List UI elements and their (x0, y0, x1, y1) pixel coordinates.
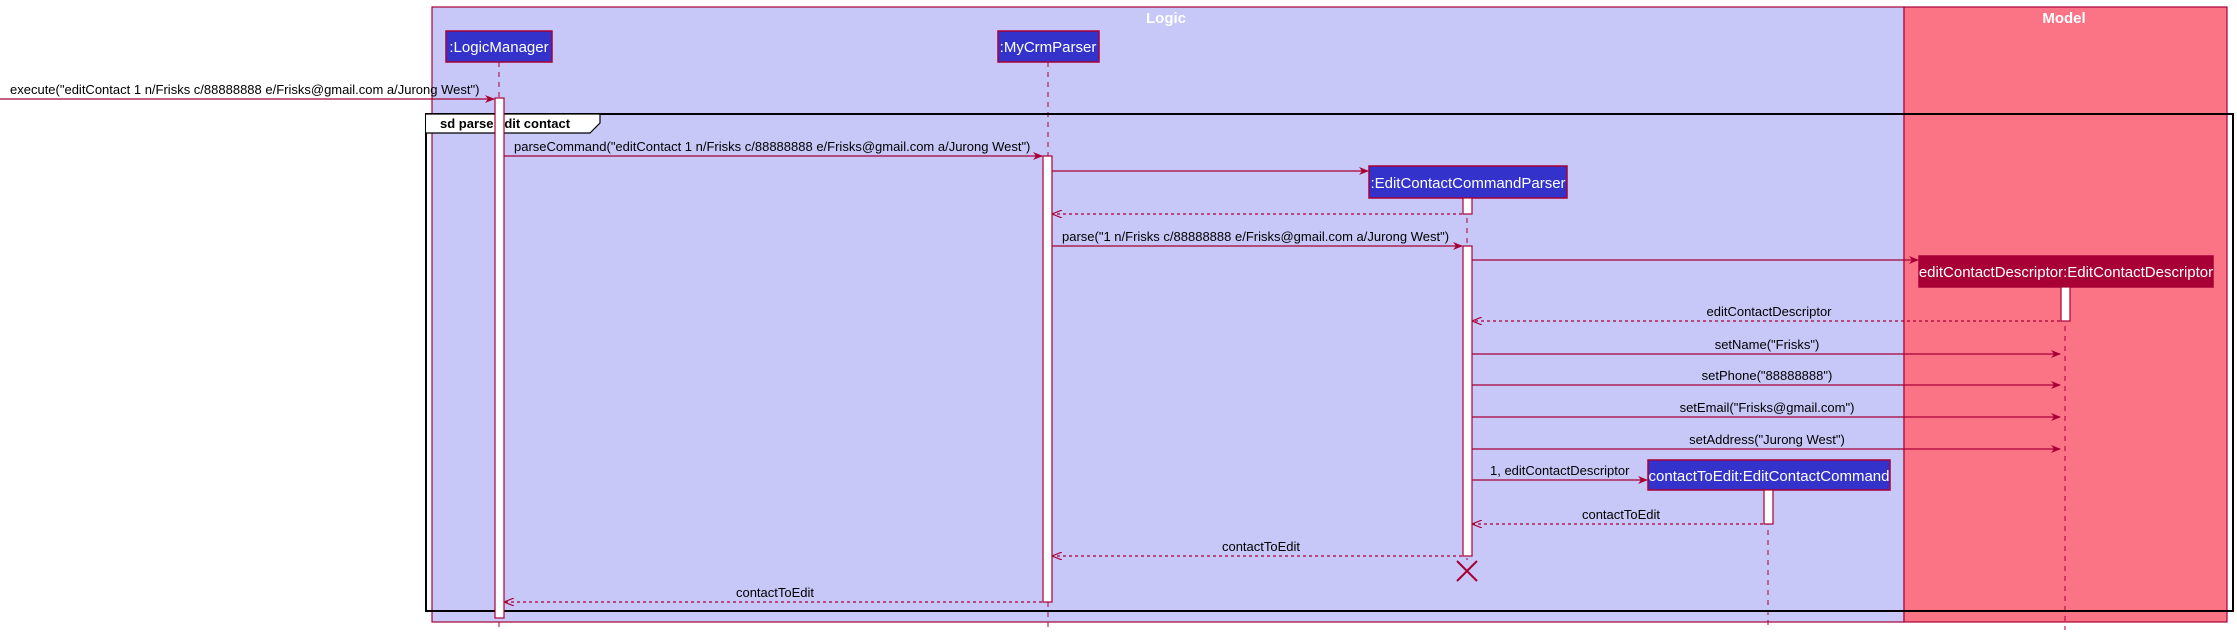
activation-logic-manager (494, 97, 505, 619)
participant-edit-contact-descriptor: editContactDescriptor:EditContactDescrip… (1918, 255, 2214, 288)
message-return-ecc-label: contactToEdit (1582, 507, 1660, 522)
participant-mycrm-parser: :MyCrmParser (997, 30, 1100, 63)
message-set-phone-label: setPhone("88888888") (1702, 368, 1833, 383)
message-parse-command-label: parseCommand("editContact 1 n/Frisks c/8… (514, 139, 1030, 154)
participant-mycrm-parser-label: :MyCrmParser (1000, 39, 1097, 56)
sd-frame-label: sd parse edit contact (440, 116, 571, 131)
message-parse-label: parse("1 n/Frisks c/88888888 e/Frisks@gm… (1062, 229, 1449, 244)
message-return-to-parser-label: contactToEdit (1222, 539, 1300, 554)
participant-edit-contact-command-label: contactToEdit:EditContactCommand (1649, 468, 1890, 485)
message-set-name-label: setName("Frisks") (1715, 337, 1820, 352)
message-parse: parse("1 n/Frisks c/88888888 e/Frisks@gm… (1052, 229, 1463, 250)
activation-edit-contact-descriptor (2060, 286, 2071, 322)
activation-edit-contact-command (1763, 489, 1774, 525)
activation-ecp-parse (1462, 245, 1473, 557)
participant-logic-manager: :LogicManager (445, 30, 553, 63)
message-execute-label: execute("editContact 1 n/Frisks c/888888… (10, 82, 479, 97)
message-execute: execute("editContact 1 n/Frisks c/888888… (0, 82, 495, 103)
message-return-ecd-label: editContactDescriptor (1707, 304, 1833, 319)
message-create-ecc-label: 1, editContactDescriptor (1490, 463, 1630, 478)
message-parse-command: parseCommand("editContact 1 n/Frisks c/8… (504, 139, 1043, 160)
message-set-address-label: setAddress("Jurong West") (1689, 432, 1845, 447)
logic-group: Logic (431, 6, 1905, 623)
logic-group-label: Logic (1146, 10, 1186, 27)
message-set-email-label: setEmail("Frisks@gmail.com") (1680, 400, 1855, 415)
participant-edit-contact-descriptor-label: editContactDescriptor:EditContactDescrip… (1919, 264, 2213, 281)
participant-logic-manager-label: :LogicManager (449, 39, 548, 56)
participant-edit-contact-command: contactToEdit:EditContactCommand (1647, 459, 1891, 491)
sequence-diagram: Logic Model sd parse edit contact :Logic… (0, 6, 2234, 630)
activation-ecp-create (1462, 197, 1473, 215)
activation-mycrm-parser (1042, 155, 1053, 603)
model-group-label: Model (2042, 10, 2085, 27)
message-return-to-logic-label: contactToEdit (736, 585, 814, 600)
participant-edit-contact-command-parser: :EditContactCommandParser (1368, 165, 1568, 199)
message-create-ecc: 1, editContactDescriptor (1472, 463, 1648, 484)
participant-edit-contact-command-parser-label: :EditContactCommandParser (1370, 175, 1565, 192)
